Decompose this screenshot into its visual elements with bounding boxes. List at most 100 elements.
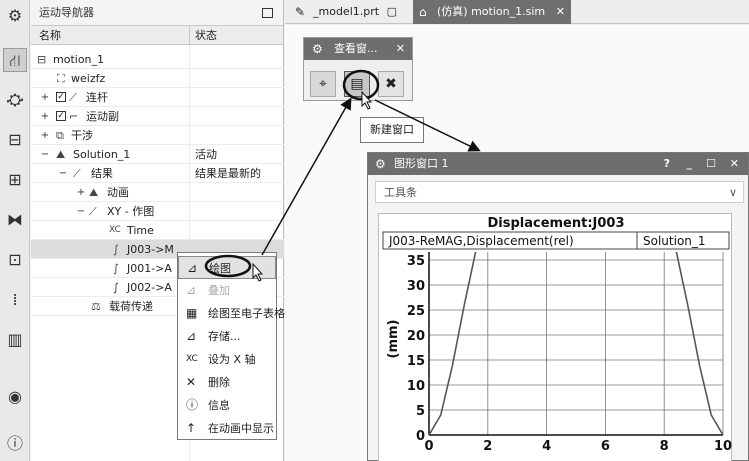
tree-label: J001->A <box>127 262 172 275</box>
process-studio-icon[interactable]: ⓘ <box>3 432 27 456</box>
tree-row-motion[interactable]: ⊟ motion_1 <box>31 50 284 69</box>
navigator-header: 名称 状态 <box>31 26 283 45</box>
expand-icon[interactable]: + <box>40 88 50 107</box>
graph-window-title-bar: ⚙ 图形窗口 1 ? _ ☐ ✕ <box>368 153 748 175</box>
menu-item-delete[interactable]: ✕ 删除 <box>178 371 276 394</box>
expand-icon[interactable]: + <box>76 183 86 202</box>
assembly-navigator-icon[interactable]: ⛮ <box>3 88 27 112</box>
hd3d-tools-icon[interactable]: ⊡ <box>3 248 27 272</box>
close-icon[interactable]: ✕ <box>396 38 405 60</box>
menu-item-label: 存储... <box>208 330 241 343</box>
menu-item-info[interactable]: ⓘ 信息 <box>178 394 276 417</box>
link-icon: ⟋ <box>69 91 77 104</box>
motion-navigator-icon[interactable]: ⛙ <box>3 48 27 72</box>
joint-icon: ⌐ <box>69 110 79 123</box>
collapse-icon[interactable]: − <box>58 164 68 183</box>
graph-toolbar-dropdown[interactable]: 工具条 ∨ <box>375 181 744 203</box>
tree-label: 结果 <box>91 167 113 180</box>
collapse-icon[interactable]: − <box>40 145 50 164</box>
gear-icon[interactable]: ⚙ <box>375 153 386 175</box>
menu-item-label: 信息 <box>208 399 230 412</box>
chart-legend-left: J003-ReMAG,Displacement(rel) <box>388 234 574 248</box>
checkbox-checked-icon[interactable]: ✓ <box>56 92 66 102</box>
system-materials-icon[interactable]: ◉ <box>3 385 27 409</box>
checkbox-checked-icon[interactable]: ✓ <box>56 111 66 121</box>
minimize-icon[interactable]: _ <box>687 153 693 175</box>
time-axis-icon: XC <box>109 225 121 235</box>
chevron-down-icon[interactable]: ∨ <box>729 182 737 204</box>
tree-row-time[interactable]: XC Time <box>31 221 284 240</box>
document-tabs: ✎ _model1.prt ▢ ⌂ (仿真) motion_1.sim ✕ <box>285 0 749 24</box>
tree-status: 结果是最新的 <box>195 167 261 180</box>
column-name-header[interactable]: 名称 <box>39 26 61 45</box>
tree-label: Time <box>127 224 154 237</box>
tree-row-solution[interactable]: − ⛰ Solution_1 活动 <box>31 145 284 164</box>
gear-icon[interactable]: ⚙ <box>312 38 323 60</box>
x-axis-icon: XC <box>186 354 198 364</box>
close-window-icon[interactable]: ✖ <box>378 71 404 97</box>
chart-x-tick-label: 8 <box>660 439 669 454</box>
info-icon: ⓘ <box>186 398 199 412</box>
xy-graph-icon: ⟋ <box>89 205 97 218</box>
menu-item-plot-to-spreadsheet[interactable]: ▦ 绘图至电子表格 <box>178 302 285 325</box>
menu-item-set-x-axis[interactable]: XC 设为 X 轴 <box>178 348 276 371</box>
tree-row-joints[interactable]: + ✓ ⌐ 运动副 <box>31 107 284 126</box>
displacement-chart: Displacement:J003 J003-ReMAG,Displacement… <box>382 216 732 454</box>
sim-file-icon: ⌂ <box>419 5 427 19</box>
constraint-navigator-icon[interactable]: ⊟ <box>3 128 27 152</box>
maximize-icon[interactable] <box>262 8 273 18</box>
close-tab-icon[interactable]: ✕ <box>556 0 565 24</box>
menu-item-plot[interactable]: ⊿ 绘图 <box>178 256 276 279</box>
tab-label: (仿真) motion_1.sim <box>437 5 546 18</box>
graph-view-icon[interactable]: ⌖ <box>310 71 336 97</box>
tree-row-links[interactable]: + ✓ ⟋ 连杆 <box>31 88 284 107</box>
graph-window: ⚙ 图形窗口 1 ? _ ☐ ✕ 工具条 ∨ Displacement:J003… <box>367 152 749 461</box>
chart-x-tick-label: 2 <box>483 439 492 454</box>
column-status-header[interactable]: 状态 <box>195 26 217 45</box>
chart-y-tick-label: 5 <box>416 404 425 419</box>
expand-icon[interactable]: + <box>40 126 50 145</box>
expand-icon[interactable]: + <box>40 107 50 126</box>
chart-x-tick-label: 0 <box>424 439 433 454</box>
chart-y-tick-label: 0 <box>416 429 425 444</box>
part-navigator-icon[interactable]: ⊞ <box>3 168 27 192</box>
tree-row-weizfz[interactable]: ⛶ weizfz <box>31 69 284 88</box>
collapse-icon[interactable]: − <box>76 202 86 221</box>
chart-y-tick-label: 10 <box>407 379 425 394</box>
help-icon[interactable]: ? <box>664 153 670 175</box>
graph-window-title: 图形窗口 1 <box>394 157 449 170</box>
reuse-library-icon[interactable]: ⧓ <box>3 208 27 232</box>
chart-y-tick-label: 25 <box>407 304 425 319</box>
web-browser-icon[interactable]: ⁞ <box>3 288 27 312</box>
tree-row-animation[interactable]: + ⛰ 动画 <box>31 183 284 202</box>
tree-row-xy-graph[interactable]: − ⟋ XY - 作图 <box>31 202 284 221</box>
tab-model-prt[interactable]: ✎ _model1.prt ▢ <box>289 0 409 24</box>
tab-status-icon: ▢ <box>386 5 397 18</box>
menu-item-label: 绘图至电子表格 <box>208 307 285 320</box>
chart-y-tick-label: 30 <box>407 279 425 294</box>
tree-row-interference[interactable]: + ⧉ 干涉 <box>31 126 284 145</box>
menu-item-store[interactable]: ⊿ 存储... <box>178 325 276 348</box>
overlay-icon: ⊿ <box>186 283 197 297</box>
menu-item-overlay[interactable]: ⊿ 叠加 <box>178 279 276 302</box>
close-icon[interactable]: ✕ <box>730 153 739 175</box>
curve-icon: ∫ <box>113 243 119 256</box>
animation-icon: ⛰ <box>89 186 99 199</box>
new-window-button[interactable]: ▤ <box>344 71 370 97</box>
maximize-icon[interactable]: ☐ <box>706 153 716 175</box>
tree-row-results[interactable]: − ⟋ 结果 结果是最新的 <box>31 164 284 183</box>
history-icon[interactable]: ▥ <box>3 328 27 352</box>
chart-x-tick-label: 10 <box>714 439 732 454</box>
settings-gear-icon[interactable]: ⚙ <box>3 4 27 28</box>
solution-icon: ⛰ <box>56 148 66 161</box>
sim-file-icon: ⊟ <box>37 53 47 66</box>
curve-icon: ∫ <box>113 281 119 294</box>
plot-area[interactable]: Displacement:J003 J003-ReMAG,Displacement… <box>378 213 732 461</box>
chart-x-tick-label: 6 <box>601 439 610 454</box>
tooltip-new-window: 新建窗口 <box>360 117 424 143</box>
tab-motion-sim[interactable]: ⌂ (仿真) motion_1.sim ✕ <box>413 0 571 24</box>
tree-label: J002->A <box>127 281 172 294</box>
chart-y-tick-label: 15 <box>407 354 425 369</box>
menu-item-label: 设为 X 轴 <box>208 353 256 366</box>
menu-item-show-in-animation[interactable]: ↑ 在动画中显示 <box>178 417 276 440</box>
